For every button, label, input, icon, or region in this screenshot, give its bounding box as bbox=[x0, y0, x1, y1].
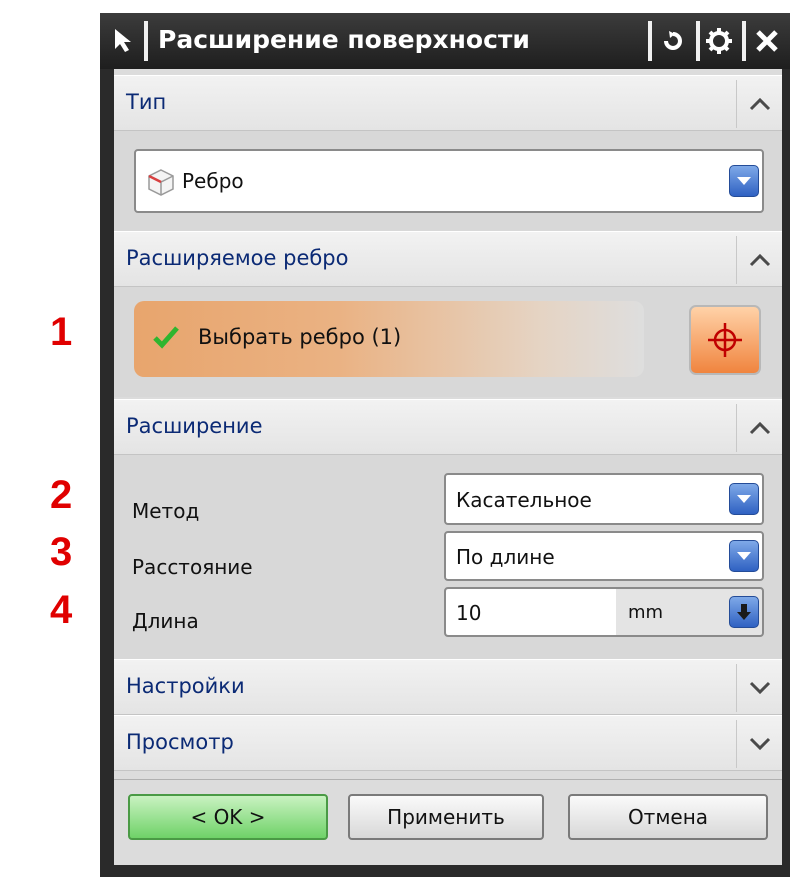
cancel-button[interactable]: Отмена bbox=[568, 794, 768, 840]
section-type-body: Ребро bbox=[114, 131, 782, 231]
section-type-header[interactable]: Тип bbox=[114, 75, 782, 131]
section-preview-header[interactable]: Просмотр bbox=[114, 715, 782, 771]
section-extension-label: Расширение bbox=[126, 414, 263, 438]
dialog-body: Тип Ребро Расширяемое ребро Выбрать ребр… bbox=[114, 69, 782, 865]
select-edge-label: Выбрать ребро (1) bbox=[198, 325, 402, 349]
section-extension-body: Метод Касательное Расстояние По длине Дл… bbox=[114, 455, 782, 659]
ok-button-label: < OK > bbox=[190, 805, 266, 829]
titlebar-separator bbox=[742, 21, 746, 61]
section-edge-header[interactable]: Расширяемое ребро bbox=[114, 231, 782, 287]
section-type-label: Тип bbox=[126, 90, 167, 114]
annotation-3: 3 bbox=[50, 530, 73, 574]
chevron-down-icon[interactable] bbox=[736, 720, 782, 768]
titlebar-separator bbox=[648, 21, 652, 61]
dropdown-arrow-icon[interactable] bbox=[729, 165, 759, 197]
method-dropdown[interactable]: Касательное bbox=[444, 473, 764, 525]
ok-button[interactable]: < OK > bbox=[128, 794, 328, 840]
type-dropdown-value: Ребро bbox=[182, 169, 244, 193]
chevron-up-icon[interactable] bbox=[736, 80, 782, 128]
distance-dropdown-value: По длине bbox=[456, 545, 555, 569]
close-icon[interactable] bbox=[750, 23, 784, 59]
crosshair-icon[interactable] bbox=[689, 305, 761, 375]
section-settings-label: Настройки bbox=[126, 674, 245, 698]
select-arrow-icon[interactable] bbox=[110, 25, 140, 55]
dialog-title: Расширение поверхности bbox=[158, 25, 530, 54]
distance-label: Расстояние bbox=[132, 555, 253, 579]
section-extension-header[interactable]: Расширение bbox=[114, 399, 782, 455]
dropdown-arrow-icon[interactable] bbox=[729, 540, 759, 572]
footer-divider bbox=[114, 779, 782, 780]
titlebar: Расширение поверхности bbox=[100, 13, 790, 69]
chevron-down-icon[interactable] bbox=[736, 664, 782, 712]
annotation-4: 4 bbox=[50, 588, 73, 632]
gear-icon[interactable] bbox=[702, 23, 736, 59]
select-edge-row[interactable]: Выбрать ребро (1) bbox=[134, 301, 644, 377]
length-field[interactable]: 10 mm bbox=[444, 587, 764, 637]
annotation-1: 1 bbox=[50, 310, 73, 354]
section-preview-label: Просмотр bbox=[126, 730, 234, 754]
length-input-value[interactable]: 10 bbox=[456, 601, 481, 625]
distance-dropdown[interactable]: По длине bbox=[444, 531, 764, 581]
section-settings-header[interactable]: Настройки bbox=[114, 659, 782, 715]
dropdown-arrow-icon[interactable] bbox=[729, 596, 759, 628]
apply-button[interactable]: Применить bbox=[348, 794, 544, 840]
extend-surface-dialog: Расширение поверхности Тип Ребро Расширя… bbox=[100, 13, 790, 877]
cube-icon bbox=[146, 167, 176, 197]
chevron-up-icon[interactable] bbox=[736, 404, 782, 452]
chevron-up-icon[interactable] bbox=[736, 236, 782, 284]
reset-icon[interactable] bbox=[656, 23, 690, 59]
type-dropdown[interactable]: Ребро bbox=[134, 149, 764, 213]
length-unit: mm bbox=[628, 602, 664, 623]
annotation-2: 2 bbox=[50, 473, 73, 517]
cancel-button-label: Отмена bbox=[627, 805, 709, 829]
check-icon bbox=[152, 323, 180, 351]
section-edge-label: Расширяемое ребро bbox=[126, 246, 349, 270]
method-dropdown-value: Касательное bbox=[456, 488, 592, 512]
titlebar-separator bbox=[696, 21, 700, 61]
method-label: Метод bbox=[132, 499, 200, 523]
dropdown-arrow-icon[interactable] bbox=[729, 483, 759, 515]
apply-button-label: Применить bbox=[387, 805, 505, 829]
length-label: Длина bbox=[132, 609, 199, 633]
titlebar-separator bbox=[144, 21, 148, 61]
